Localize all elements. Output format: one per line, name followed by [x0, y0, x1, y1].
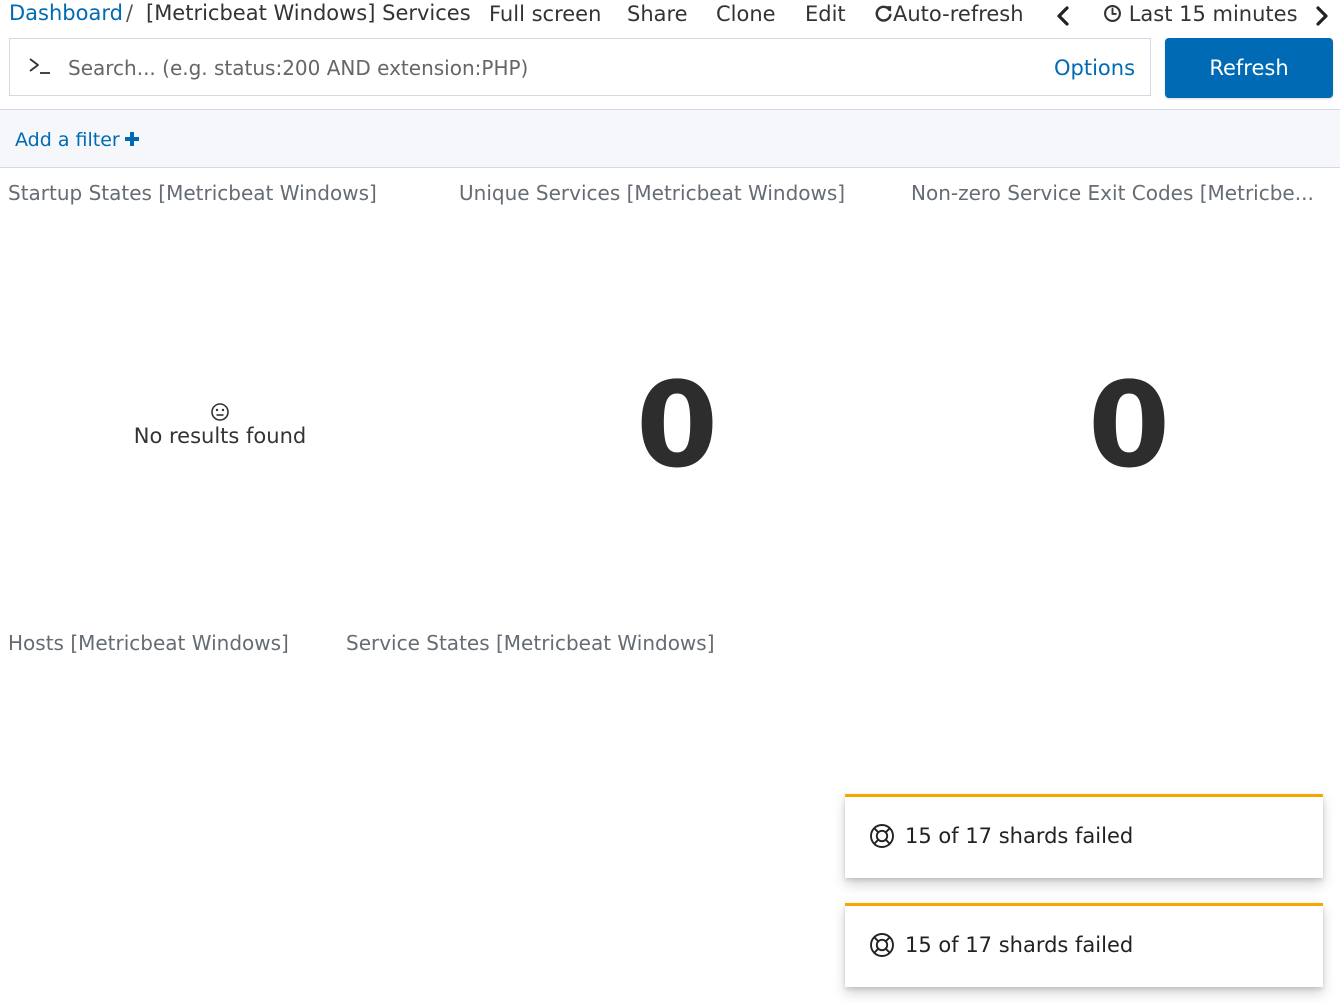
panel-title: Non-zero Service Exit Codes [Metricbe... [911, 181, 1314, 205]
page-title: [Metricbeat Windows] Services [146, 1, 471, 25]
add-filter-button[interactable]: Add a filter [15, 129, 140, 151]
breadcrumb-separator: / [126, 1, 134, 25]
panel-title: Unique Services [Metricbeat Windows] [459, 181, 846, 205]
warning-toast[interactable]: 15 of 17 shards failed [845, 903, 1323, 987]
panel-title: Startup States [Metricbeat Windows] [8, 181, 377, 205]
refresh-button[interactable]: Refresh [1165, 38, 1333, 98]
time-range-label: Last 15 minutes [1128, 2, 1298, 26]
query-bar: Options [9, 38, 1151, 96]
warning-toast[interactable]: 15 of 17 shards failed [845, 794, 1323, 878]
share-button[interactable]: Share [627, 2, 688, 26]
no-results-text: No results found [133, 424, 307, 448]
no-results-message: No results found [108, 402, 332, 448]
chevron-right-icon [1316, 6, 1328, 26]
clone-button[interactable]: Clone [716, 2, 776, 26]
terminal-prompt-icon [27, 52, 53, 84]
clock-icon [1104, 5, 1121, 22]
auto-refresh-label: Auto-refresh [893, 2, 1024, 26]
filter-bar: Add a filter [0, 109, 1340, 168]
plus-icon [124, 132, 139, 146]
time-next-button[interactable] [1314, 5, 1330, 30]
edit-button[interactable]: Edit [805, 2, 846, 26]
panel-title: Hosts [Metricbeat Windows] [8, 631, 289, 655]
auto-refresh-button[interactable]: Auto-refresh [874, 2, 1024, 26]
options-link[interactable]: Options [1054, 56, 1135, 80]
add-filter-label: Add a filter [15, 129, 120, 151]
toast-message: 15 of 17 shards failed [905, 824, 1134, 848]
top-nav-bar: Dashboard / [Metricbeat Windows] Service… [0, 0, 1340, 34]
full-screen-button[interactable]: Full screen [489, 2, 601, 26]
breadcrumb-dashboard-link[interactable]: Dashboard [9, 1, 123, 25]
refresh-icon [875, 5, 892, 22]
panel-title: Service States [Metricbeat Windows] [346, 631, 715, 655]
time-picker-button[interactable]: Last 15 minutes [1103, 2, 1298, 26]
lifebuoy-icon [869, 932, 895, 962]
metric-value: 0 [1088, 356, 1171, 494]
metric-value: 0 [636, 356, 719, 494]
lifebuoy-icon [869, 823, 895, 853]
time-previous-button[interactable] [1055, 5, 1071, 30]
search-input[interactable] [66, 49, 1030, 87]
chevron-left-icon [1057, 6, 1069, 26]
neutral-face-icon [211, 403, 229, 421]
toast-message: 15 of 17 shards failed [905, 933, 1134, 957]
